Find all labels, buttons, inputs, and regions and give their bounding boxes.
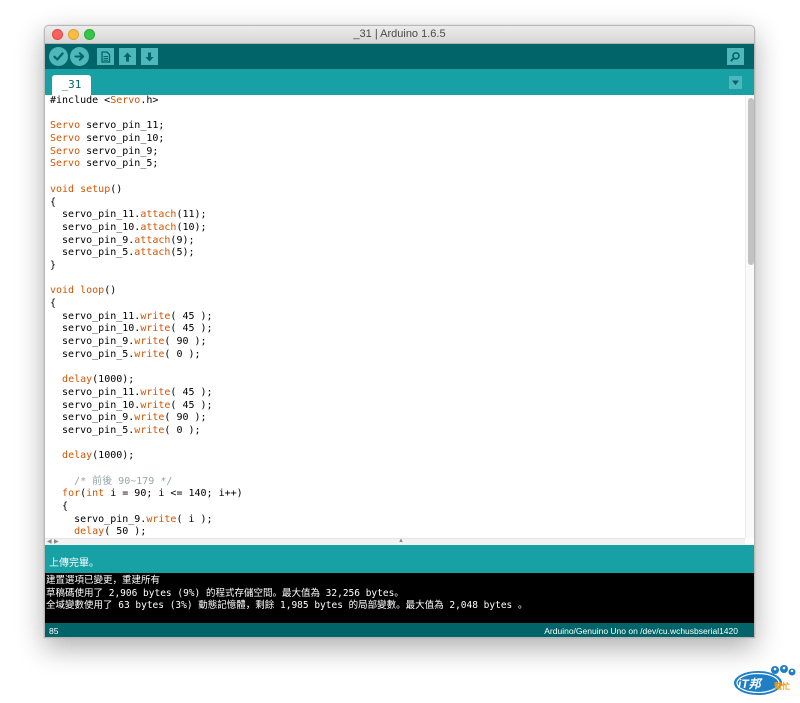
- window-title: _31 | Arduino 1.6.5: [353, 28, 446, 40]
- code-line[interactable]: }: [50, 260, 243, 273]
- save-sketch-button[interactable]: [141, 48, 158, 65]
- code-line[interactable]: #include <Servo.h>: [50, 95, 243, 108]
- code-line[interactable]: delay( 50 );: [50, 526, 243, 538]
- arrow-down-icon: [145, 52, 154, 61]
- code-line[interactable]: delay(1000);: [50, 450, 243, 463]
- code-editor[interactable]: #include <Servo.h> Servo servo_pin_11; Ser…: [45, 95, 745, 538]
- code-line[interactable]: delay(1000);: [50, 374, 243, 387]
- code-line[interactable]: servo_pin_11.attach(11);: [50, 209, 243, 222]
- upload-button[interactable]: [70, 47, 89, 66]
- output-console[interactable]: 建置選項已變更，重建所有 草稿碼使用了 2,906 bytes (9%) 的程式存…: [45, 573, 754, 623]
- serial-monitor-button[interactable]: [727, 48, 744, 65]
- ithome-logo-icon: iT邦 幫忙: [734, 665, 796, 695]
- scrollbar-thumb[interactable]: [748, 98, 754, 265]
- code-line[interactable]: servo_pin_10.write( 45 );: [50, 323, 243, 336]
- svg-text:iT邦: iT邦: [738, 677, 764, 691]
- board-port-info: Arduino/Genuino Uno on /dev/cu.wchusbser…: [544, 626, 738, 636]
- console-line: 全域變數使用了 63 bytes (3%) 動態記憶體，剩餘 1,985 byt…: [46, 600, 528, 611]
- code-line[interactable]: Servo servo_pin_9;: [50, 146, 243, 159]
- editor-vertical-scrollbar[interactable]: [745, 95, 754, 538]
- svg-text:幫忙: 幫忙: [774, 681, 790, 691]
- tab-bar: _31: [45, 69, 754, 95]
- footer-bar: 85 Arduino/Genuino Uno on /dev/cu.wchusb…: [45, 623, 754, 637]
- code-line[interactable]: servo_pin_5.attach(5);: [50, 247, 243, 260]
- tab-sketch[interactable]: _31: [52, 75, 91, 95]
- code-line[interactable]: servo_pin_9.attach(9);: [50, 235, 243, 248]
- status-bar: 上傳完畢。: [45, 545, 754, 573]
- line-number: 85: [49, 626, 59, 636]
- code-line[interactable]: servo_pin_5.write( 0 );: [50, 425, 243, 438]
- arrow-up-icon: [123, 52, 132, 61]
- code-text[interactable]: #include <Servo.h> Servo servo_pin_11; Ser…: [50, 95, 243, 538]
- code-line[interactable]: Servo servo_pin_11;: [50, 120, 243, 133]
- code-line[interactable]: servo_pin_10.write( 45 );: [50, 400, 243, 413]
- verify-button[interactable]: [49, 47, 68, 66]
- console-line: 草稿碼使用了 2,906 bytes (9%) 的程式存儲空間。最大值為 32,…: [46, 587, 404, 599]
- code-line[interactable]: {: [50, 501, 243, 514]
- status-message: 上傳完畢。: [49, 558, 99, 569]
- magnifier-icon: [730, 52, 740, 62]
- code-line[interactable]: servo_pin_9.write( 90 );: [50, 412, 243, 425]
- code-line[interactable]: servo_pin_10.attach(10);: [50, 222, 243, 235]
- tab-menu-button[interactable]: [729, 76, 742, 89]
- scroll-right-icon[interactable]: ▶: [54, 538, 59, 545]
- code-line[interactable]: [50, 108, 243, 121]
- code-line[interactable]: void loop(): [50, 285, 243, 298]
- arrow-right-icon: [74, 52, 85, 61]
- code-line[interactable]: [50, 438, 243, 451]
- code-line[interactable]: [50, 361, 243, 374]
- open-sketch-button[interactable]: [119, 48, 136, 65]
- arduino-window: _31 | Arduino 1.6.5 _31 #include <Servo.…: [44, 25, 755, 638]
- code-line[interactable]: Servo servo_pin_10;: [50, 133, 243, 146]
- title-bar[interactable]: _31 | Arduino 1.6.5: [45, 26, 754, 44]
- code-line[interactable]: [50, 171, 243, 184]
- new-sketch-button[interactable]: [97, 48, 114, 65]
- code-line[interactable]: [50, 463, 243, 476]
- code-line[interactable]: servo_pin_5.write( 0 );: [50, 349, 243, 362]
- triangle-down-icon: [732, 80, 739, 85]
- editor-horizontal-scrollbar[interactable]: ◀ ▶ ▲: [45, 538, 745, 545]
- scroll-grip-icon[interactable]: ▲: [398, 538, 404, 544]
- code-line[interactable]: for(int i = 90; i <= 140; i++): [50, 488, 243, 501]
- code-line[interactable]: servo_pin_11.write( 45 );: [50, 311, 243, 324]
- code-line[interactable]: void setup(): [50, 184, 243, 197]
- code-line[interactable]: [50, 273, 243, 286]
- checkmark-icon: [53, 52, 64, 61]
- code-line[interactable]: /* 前後 90~179 */: [50, 476, 243, 489]
- code-line[interactable]: {: [50, 298, 243, 311]
- code-line[interactable]: servo_pin_11.write( 45 );: [50, 387, 243, 400]
- toolbar: [45, 44, 754, 69]
- code-line[interactable]: Servo servo_pin_5;: [50, 158, 243, 171]
- code-line[interactable]: {: [50, 197, 243, 210]
- scroll-left-icon[interactable]: ◀: [47, 538, 52, 545]
- document-icon: [101, 50, 111, 63]
- code-line[interactable]: servo_pin_9.write( 90 );: [50, 336, 243, 349]
- console-line: 建置選項已變更，重建所有: [46, 575, 161, 586]
- code-line[interactable]: servo_pin_9.write( i );: [50, 514, 243, 527]
